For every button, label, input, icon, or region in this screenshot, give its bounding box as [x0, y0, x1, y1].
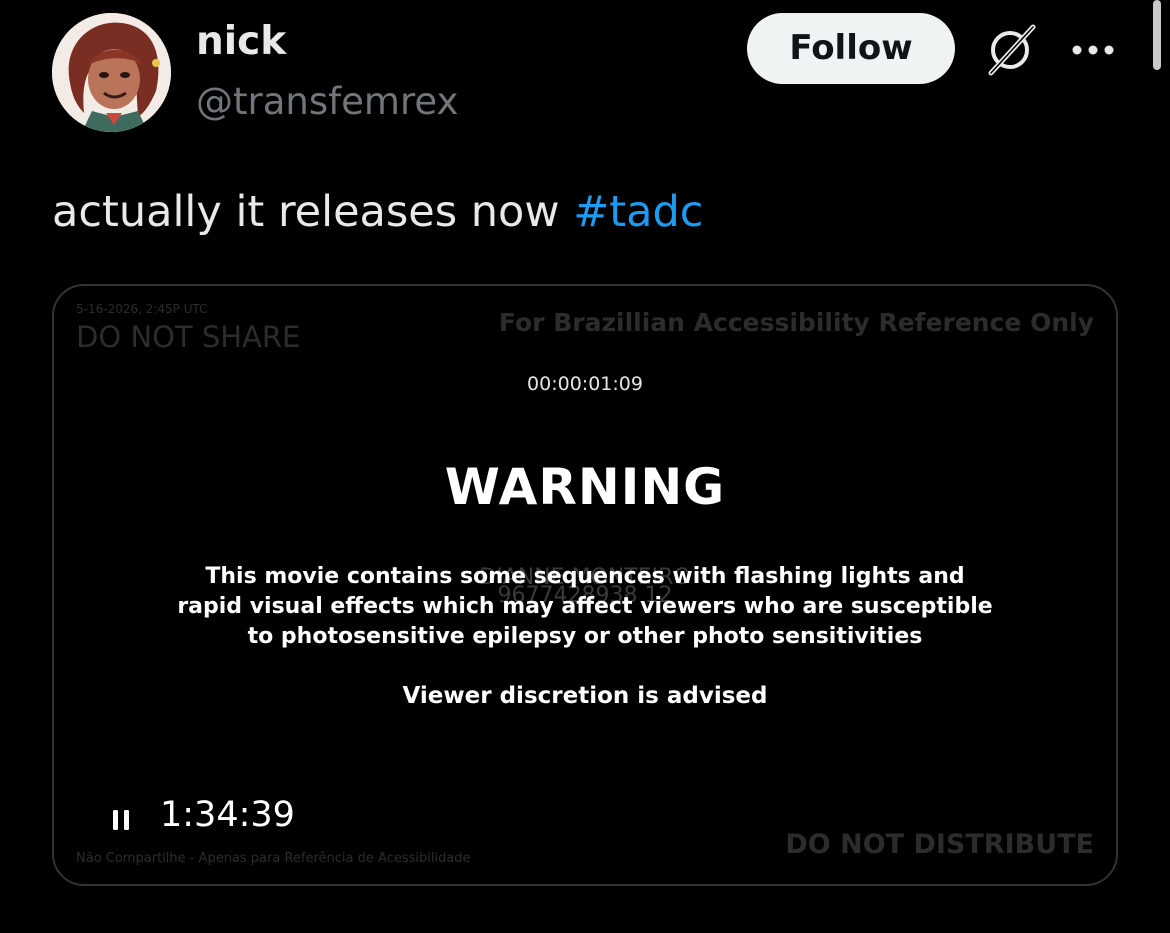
tweet-body: actually it releases now: [52, 187, 574, 237]
avatar[interactable]: [52, 13, 171, 132]
video-player[interactable]: 5-16-2026, 2:45P UTC DO NOT SHARE For Br…: [52, 284, 1118, 886]
pause-icon: [113, 810, 129, 830]
follow-button[interactable]: Follow: [747, 13, 955, 84]
warning-message: This movie contains some sequences with …: [54, 562, 1116, 652]
scrollbar-thumb[interactable]: [1153, 0, 1161, 70]
user-handle[interactable]: @transfemrex: [196, 76, 458, 128]
watermark-nao-compartilhe: Não Compartilhe - Apenas para Referência…: [76, 851, 471, 866]
grok-icon: [988, 24, 1036, 76]
video-duration: 1:34:39: [160, 795, 295, 835]
watermark-do-not-share: DO NOT SHARE: [76, 320, 301, 354]
video-timecode: 00:00:01:09: [527, 373, 643, 395]
viewer-advisory: Viewer discretion is advised: [402, 683, 768, 709]
watermark-do-not-distribute: DO NOT DISTRIBUTE: [785, 829, 1094, 860]
warning-line: to photosensitive epilepsy or other phot…: [247, 624, 923, 649]
warning-title: WARNING: [444, 458, 726, 516]
pause-button[interactable]: [104, 803, 138, 837]
avatar-image: [52, 13, 171, 132]
watermark-date: 5-16-2026, 2:45P UTC: [76, 302, 208, 316]
grok-button[interactable]: [980, 20, 1040, 80]
more-icon: [1072, 45, 1114, 55]
tweet-text: actually it releases now #tadc: [52, 180, 703, 244]
watermark-reference-only: For Brazillian Accessibility Reference O…: [498, 308, 1094, 337]
display-name[interactable]: nick: [196, 16, 286, 68]
warning-line: rapid visual effects which may affect vi…: [177, 594, 993, 619]
more-options-button[interactable]: [1063, 30, 1123, 70]
warning-line: This movie contains some sequences with …: [205, 564, 965, 589]
hashtag-link[interactable]: #tadc: [573, 187, 703, 237]
